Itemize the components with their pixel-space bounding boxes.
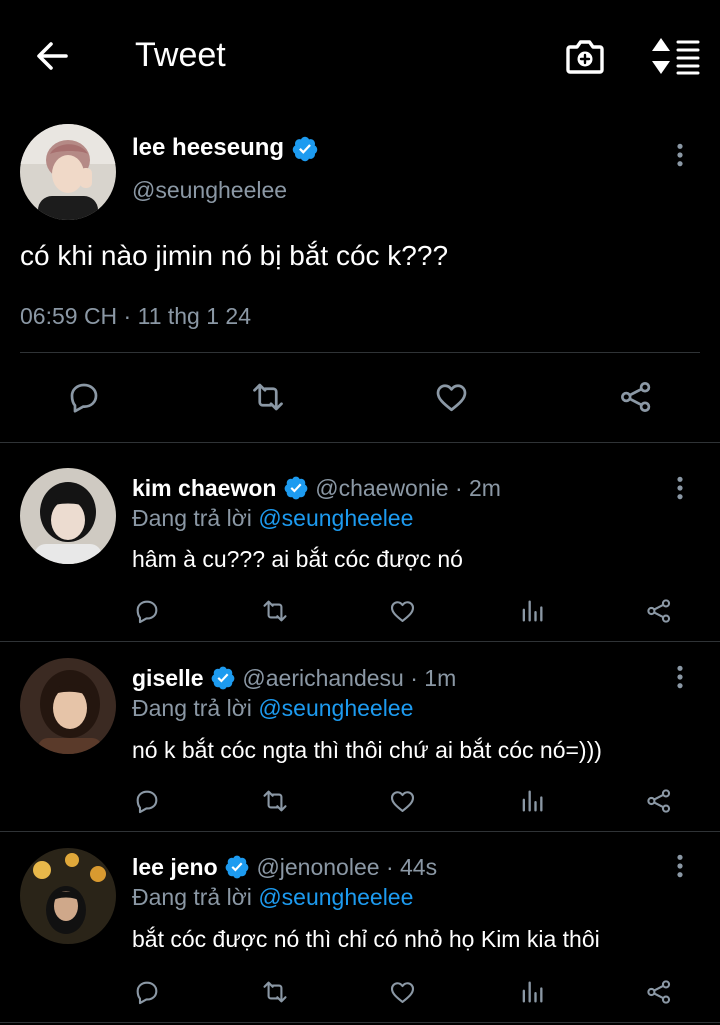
share-button[interactable] xyxy=(645,787,673,815)
divider xyxy=(0,1022,720,1023)
reply-text: nó k bắt cóc ngta thì thôi chứ ai bắt có… xyxy=(132,737,602,763)
share-icon xyxy=(645,787,673,815)
verified-badge-icon xyxy=(283,475,309,501)
retweet-icon xyxy=(249,379,287,415)
sort-icon xyxy=(652,38,700,75)
retweet-button[interactable] xyxy=(249,379,287,415)
retweet-icon xyxy=(260,597,290,625)
analytics-button[interactable] xyxy=(518,978,546,1006)
back-button[interactable] xyxy=(34,38,70,74)
avatar-image xyxy=(20,124,116,220)
author-name[interactable]: lee jeno xyxy=(132,854,218,880)
avatar[interactable] xyxy=(20,848,116,944)
analytics-button[interactable] xyxy=(518,787,546,815)
reply-icon xyxy=(133,787,161,815)
reply-time: · 2m xyxy=(454,475,501,501)
like-button[interactable] xyxy=(388,978,417,1006)
share-button[interactable] xyxy=(645,978,673,1006)
verified-badge-icon xyxy=(224,854,250,880)
replying-to-handle[interactable]: @seungheelee xyxy=(258,884,413,910)
heart-icon xyxy=(388,787,417,815)
more-vertical-icon xyxy=(676,853,684,879)
verified-badge-icon xyxy=(210,665,236,691)
like-button[interactable] xyxy=(388,787,417,815)
bar-chart-icon xyxy=(518,597,546,625)
heart-icon xyxy=(388,597,417,625)
heart-icon xyxy=(388,978,417,1006)
avatar-image xyxy=(20,848,116,944)
replying-to-label: Đang trả lời xyxy=(132,505,252,531)
like-button[interactable] xyxy=(433,379,470,415)
replying-to-label: Đang trả lời xyxy=(132,695,252,721)
page-title: Tweet xyxy=(135,36,226,74)
retweet-button[interactable] xyxy=(260,597,290,625)
author-name[interactable]: kim chaewon xyxy=(132,475,276,501)
author-name[interactable]: giselle xyxy=(132,665,204,691)
bar-chart-icon xyxy=(518,978,546,1006)
retweet-icon xyxy=(260,978,290,1006)
sort-button[interactable] xyxy=(650,36,700,76)
reply-button[interactable] xyxy=(133,978,161,1006)
camera-button[interactable] xyxy=(564,36,606,76)
replying-to-label: Đang trả lời xyxy=(132,884,252,910)
share-icon xyxy=(645,978,673,1006)
camera-icon xyxy=(566,40,604,74)
reply-icon xyxy=(133,597,161,625)
author-handle[interactable]: @aerichandesu xyxy=(242,665,403,691)
share-icon xyxy=(645,597,673,625)
tweet-text: có khi nào jimin nó bị bắt cóc k??? xyxy=(20,240,449,271)
avatar-image xyxy=(20,468,116,564)
tweet-timestamp[interactable]: 06:59 CH · 11 thg 1 24 xyxy=(20,303,251,330)
reply-button[interactable] xyxy=(133,787,161,815)
more-options-button[interactable] xyxy=(674,475,686,501)
reply-time: · 44s xyxy=(385,854,438,880)
analytics-button[interactable] xyxy=(518,597,546,625)
author-handle[interactable]: @chaewonie xyxy=(315,475,448,501)
more-vertical-icon xyxy=(676,142,684,168)
reply-tweet[interactable]: lee jeno @jenonolee · 44s Đang trả lời @… xyxy=(0,832,720,1025)
like-button[interactable] xyxy=(388,597,417,625)
reply-icon xyxy=(66,379,102,415)
retweet-button[interactable] xyxy=(260,978,290,1006)
reply-text: bắt cóc được nó thì chỉ có nhỏ họ Kim ki… xyxy=(132,926,600,952)
reply-icon xyxy=(133,978,161,1006)
share-icon xyxy=(618,379,654,415)
verified-badge-icon xyxy=(291,135,319,163)
author-handle[interactable]: @seungheelee xyxy=(132,177,287,204)
avatar-image xyxy=(20,658,116,754)
back-arrow-icon xyxy=(37,42,68,70)
reply-button[interactable] xyxy=(133,597,161,625)
more-options-button[interactable] xyxy=(674,853,686,879)
more-vertical-icon xyxy=(676,475,684,501)
retweet-icon xyxy=(260,787,290,815)
reply-tweet[interactable]: kim chaewon @chaewonie · 2m Đang trả lời… xyxy=(0,443,720,640)
reply-button[interactable] xyxy=(66,379,102,415)
replying-to-handle[interactable]: @seungheelee xyxy=(258,505,413,531)
retweet-button[interactable] xyxy=(260,787,290,815)
more-vertical-icon xyxy=(676,664,684,690)
reply-time: · 1m xyxy=(410,665,457,691)
reply-tweet[interactable]: giselle @aerichandesu · 1m Đang trả lời … xyxy=(0,642,720,830)
bar-chart-icon xyxy=(518,787,546,815)
share-button[interactable] xyxy=(618,379,654,415)
avatar[interactable] xyxy=(20,468,116,564)
author-name[interactable]: lee heeseung xyxy=(132,134,284,161)
reply-text: hâm à cu??? ai bắt cóc được nó xyxy=(132,546,463,572)
avatar[interactable] xyxy=(20,658,116,754)
share-button[interactable] xyxy=(645,597,673,625)
more-options-button[interactable] xyxy=(674,142,686,168)
author-handle[interactable]: @jenonolee xyxy=(256,854,379,880)
replying-to-handle[interactable]: @seungheelee xyxy=(258,695,413,721)
divider xyxy=(20,352,700,353)
heart-icon xyxy=(433,379,470,415)
avatar[interactable] xyxy=(20,124,116,220)
more-options-button[interactable] xyxy=(674,664,686,690)
